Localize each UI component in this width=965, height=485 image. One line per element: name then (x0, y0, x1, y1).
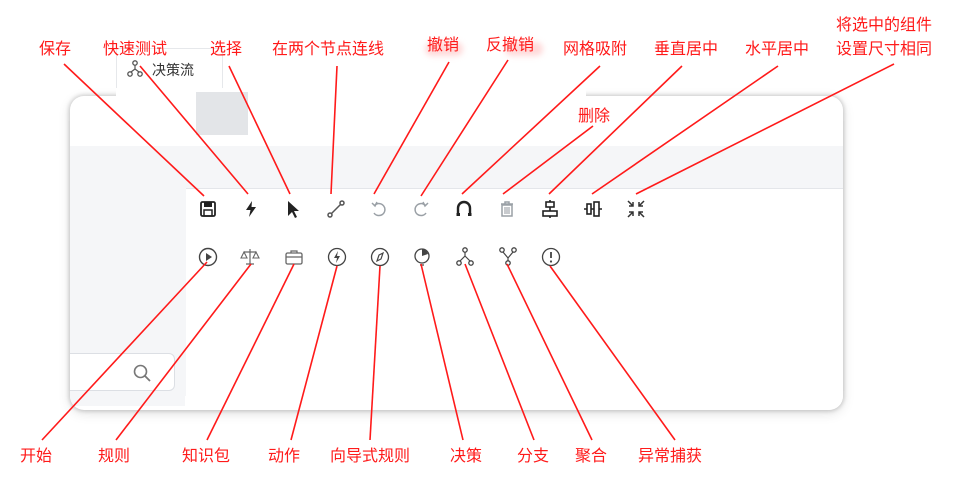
flow-icon (127, 60, 143, 77)
label-decision: 决策 (450, 446, 483, 465)
branch-node-icon[interactable] (454, 246, 476, 268)
align-horizontal-center-icon[interactable] (583, 199, 603, 219)
rule-node-icon[interactable] (239, 246, 261, 268)
search-icon (133, 364, 151, 382)
label-vcenter: 垂直居中 (654, 39, 719, 58)
label-connect: 在两个节点连线 (272, 39, 385, 58)
canvas-area[interactable] (186, 188, 843, 410)
select-tool-highlight (196, 92, 248, 135)
start-node-icon[interactable] (197, 246, 219, 268)
label-join: 聚合 (575, 446, 608, 465)
label-delete: 删除 (578, 106, 611, 125)
undo-icon[interactable] (369, 199, 389, 219)
label-same-size-line1: 将选中的组件 (836, 15, 933, 34)
knowledge-package-icon[interactable] (283, 246, 305, 268)
label-hcenter: 水平居中 (745, 39, 810, 58)
label-select: 选择 (210, 39, 243, 58)
label-redo: 反撤销 (486, 35, 535, 54)
label-same-size-line2: 设置尺寸相同 (836, 39, 933, 58)
decision-node-icon[interactable] (411, 246, 433, 268)
tab-label: 决策流 (152, 63, 194, 79)
label-wizard-rule: 向导式规则 (330, 446, 411, 465)
label-undo: 撤销 (427, 35, 460, 54)
wizard-rule-icon[interactable] (369, 246, 391, 268)
action-node-icon[interactable] (326, 246, 348, 268)
label-grid-snap: 网格吸附 (563, 39, 628, 58)
main-toolbar (116, 88, 586, 138)
connect-line-icon[interactable] (326, 199, 346, 219)
exception-node-icon[interactable] (540, 246, 562, 268)
magnet-icon[interactable] (454, 199, 474, 219)
label-action: 动作 (268, 446, 301, 465)
same-size-icon[interactable] (626, 199, 646, 219)
label-rule: 规则 (98, 446, 131, 465)
trash-icon[interactable] (497, 199, 517, 219)
label-branch: 分支 (517, 446, 550, 465)
search-input[interactable] (70, 353, 175, 391)
pointer-icon[interactable] (283, 199, 303, 219)
label-quick-test: 快速测试 (103, 39, 168, 58)
label-exception: 异常捕获 (638, 446, 703, 465)
label-start: 开始 (20, 446, 53, 465)
align-vertical-center-icon[interactable] (540, 199, 560, 219)
label-knowledge: 知识包 (182, 446, 231, 465)
join-node-icon[interactable] (497, 246, 519, 268)
save-icon[interactable] (198, 199, 218, 219)
lightning-icon[interactable] (241, 199, 261, 219)
label-save: 保存 (39, 39, 72, 58)
redo-icon[interactable] (411, 199, 431, 219)
